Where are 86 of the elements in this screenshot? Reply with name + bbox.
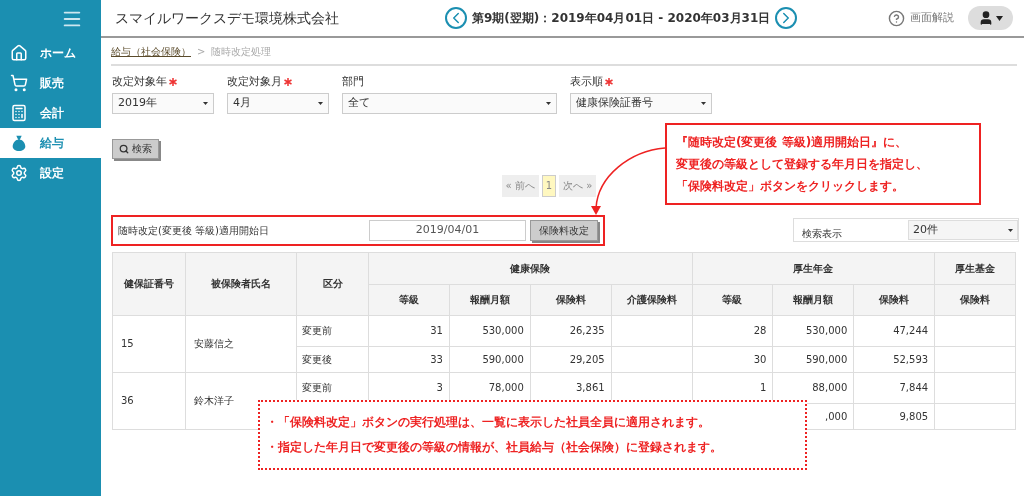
premium-revision-button[interactable]: 保険料改定: [530, 219, 598, 241]
page-size-label: 検索表示: [801, 226, 843, 241]
table-cell: 7,844: [899, 382, 929, 393]
column-header: 保険料: [934, 284, 1016, 315]
apply-date-field[interactable]: 2019/04/01: [369, 219, 526, 241]
column-header: 健保証番号: [112, 252, 186, 315]
caret-icon: [701, 101, 706, 105]
period-title: 第9期(翌期)：2019年04月01日 - 2020年03月31日: [472, 10, 771, 27]
cart-icon: [10, 74, 28, 92]
settings-icon: [10, 164, 28, 182]
column-header: 保険料: [853, 284, 935, 315]
table-cell: 590,000: [805, 353, 848, 365]
user-menu-button[interactable]: [968, 6, 1013, 30]
table-cell: 36: [112, 372, 186, 429]
table-cell: 47,244: [893, 325, 929, 336]
breadcrumb-separator: >: [197, 44, 206, 59]
column-group-header: 厚生年金: [692, 252, 935, 284]
sidebar-item[interactable]: 販売: [0, 68, 101, 98]
filter-label: 改定対象年: [112, 74, 167, 90]
money-bag-icon: [10, 134, 28, 152]
table-cell: 安藤信之: [185, 315, 297, 372]
table-cell: 530,000: [482, 325, 524, 336]
search-icon: [119, 143, 129, 154]
callout-text: 「保険料改定」ボタンをクリックします。: [676, 178, 905, 195]
filter-label: 表示順: [570, 74, 603, 90]
caret-icon: [318, 101, 323, 105]
table-cell: 88,000: [812, 382, 848, 393]
select-field[interactable]: 健康保険証番号: [570, 92, 712, 114]
column-header: 被保険者氏名: [185, 252, 297, 315]
breadcrumb-current: 随時改定処理: [211, 44, 272, 59]
table-cell: 3,861: [576, 382, 605, 393]
apply-date-label: 随時改定(変更後 等級)適用開始日: [118, 223, 270, 238]
table-cell: 変更前: [302, 325, 332, 336]
table-cell: 1: [760, 382, 767, 393]
table-cell: 33: [430, 353, 443, 365]
search-button[interactable]: 検索: [112, 138, 159, 159]
breadcrumb-link[interactable]: 給与（社会保険）: [111, 43, 191, 59]
table-cell: 530,000: [805, 325, 848, 336]
next-period-icon[interactable]: [775, 7, 798, 29]
page-size-select[interactable]: 20件: [908, 220, 1018, 240]
company-name: スマイルワークスデモ環境株式会社: [115, 8, 340, 28]
column-header: 区分: [296, 252, 369, 315]
column-header: 等級: [692, 284, 773, 315]
callout-text: 変更後の等級として登録する年月日を指定し、: [676, 156, 929, 173]
table-cell: 30: [753, 353, 767, 365]
caret-icon: [1008, 228, 1013, 232]
table-cell: ,000: [825, 410, 848, 422]
sidebar-item[interactable]: ホーム: [0, 38, 101, 68]
table-cell: 変更前: [302, 382, 332, 393]
select-field[interactable]: 2019年: [112, 92, 214, 114]
sidebar-item[interactable]: 給与: [0, 128, 101, 158]
table-cell: 28: [753, 325, 767, 336]
calculator-icon: [10, 104, 28, 122]
table-cell: 15: [112, 315, 186, 372]
caret-icon: [203, 101, 208, 105]
note-text: ・指定した年月日で変更後の等級の情報が、社員給与（社会保険）に登録されます。: [266, 439, 723, 456]
column-group-header: 健康保険: [368, 252, 692, 284]
table-cell: 3: [436, 382, 443, 393]
table-cell: 26,235: [569, 325, 605, 336]
filter-label: 改定対象月: [227, 74, 282, 90]
help-icon[interactable]: [888, 9, 905, 27]
callout-text: 『随時改定(変更後 等級)適用開始日』に、: [676, 134, 909, 151]
column-header: 保険料: [530, 284, 612, 315]
caret-icon: [546, 101, 551, 105]
table-cell: 78,000: [488, 382, 524, 393]
table-cell: 9,805: [899, 410, 929, 422]
column-header: 報酬月額: [772, 284, 854, 315]
select-field[interactable]: 全て: [342, 92, 557, 114]
caret-icon: [996, 15, 1003, 21]
table-cell: 52,593: [893, 353, 929, 365]
column-header: 介護保険料: [611, 284, 692, 315]
filter-label: 部門: [342, 74, 364, 90]
select-field[interactable]: 4月: [227, 92, 329, 114]
user-icon: [978, 10, 994, 26]
table-cell: 590,000: [482, 353, 524, 365]
help-link[interactable]: 画面解説: [910, 9, 954, 27]
table-cell: 29,205: [569, 353, 605, 365]
column-header: 報酬月額: [449, 284, 531, 315]
previous-period-icon[interactable]: [445, 7, 467, 29]
home-icon: [10, 44, 28, 62]
table-cell: 変更後: [302, 353, 332, 365]
table-cell: 31: [430, 325, 443, 336]
sidebar-item[interactable]: 設定: [0, 158, 101, 188]
column-group-header: 厚生基金: [934, 252, 1016, 284]
column-header: 等級: [368, 284, 450, 315]
sidebar-item[interactable]: 会計: [0, 98, 101, 128]
